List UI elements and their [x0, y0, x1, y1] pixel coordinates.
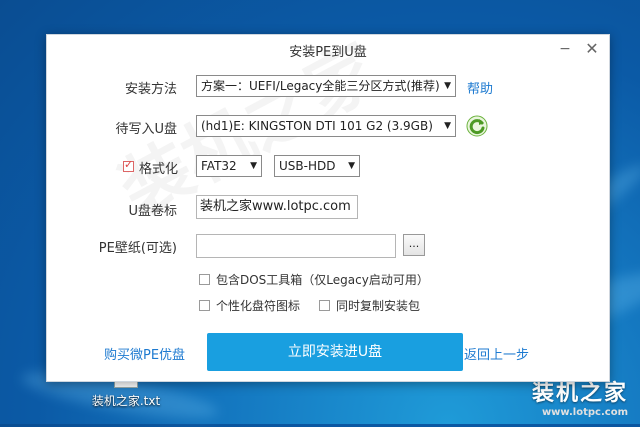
format-checkbox[interactable] [123, 158, 134, 172]
install-method-select[interactable]: 方案一：UEFI/Legacy全能三分区方式(推荐) ▼ [196, 75, 456, 97]
install-method-value: 方案一：UEFI/Legacy全能三分区方式(推荐) [201, 79, 440, 93]
install-to-usb-button[interactable]: 立即安装进U盘 [207, 333, 463, 371]
dos-toolbox-label: 包含DOS工具箱（仅Legacy启动可用） [216, 273, 429, 287]
format-label: 格式化 [139, 162, 179, 177]
copy-package-label: 同时复制安装包 [336, 299, 421, 313]
filesystem-value: FAT32 [201, 159, 237, 173]
desktop-file-label: 装机之家.txt [91, 394, 161, 408]
chevron-down-icon: ▼ [444, 121, 451, 131]
install-pe-dialog: 装机之家 安装PE到U盘 − ✕ 安装方法 方案一：UEFI/Legacy全能三… [46, 34, 610, 382]
volume-label-input[interactable]: 装机之家www.lotpc.com [196, 195, 358, 219]
volume-label-label: U盘卷标 [128, 204, 177, 219]
chevron-down-icon: ▼ [444, 81, 451, 91]
boot-mode-select[interactable]: USB-HDD ▼ [274, 155, 360, 177]
help-link[interactable]: 帮助 [467, 78, 493, 97]
corner-url: www.lotpc.com [541, 407, 628, 418]
dos-toolbox-checkbox[interactable] [199, 274, 210, 285]
wallpaper-input[interactable] [196, 234, 396, 258]
wallpaper-label: PE壁纸(可选) [98, 241, 177, 256]
install-method-label: 安装方法 [124, 82, 177, 97]
refresh-icon[interactable] [466, 115, 488, 137]
filesystem-select[interactable]: FAT32 ▼ [196, 155, 262, 177]
custom-drive-icon-checkbox[interactable] [199, 300, 210, 311]
minimize-button[interactable]: − [555, 39, 575, 59]
target-drive-label: 待写入U盘 [115, 122, 177, 137]
close-button[interactable]: ✕ [582, 39, 602, 59]
target-drive-value: (hd1)E: KINGSTON DTI 101 G2 (3.9GB) [201, 119, 433, 133]
chevron-down-icon: ▼ [250, 161, 257, 171]
browse-button[interactable]: ... [403, 234, 425, 256]
back-link[interactable]: 返回上一步 [464, 344, 529, 363]
custom-drive-icon-label: 个性化盘符图标 [216, 299, 301, 313]
copy-package-checkbox[interactable] [319, 300, 330, 311]
dialog-title: 安装PE到U盘 [289, 45, 367, 60]
target-drive-select[interactable]: (hd1)E: KINGSTON DTI 101 G2 (3.9GB) ▼ [196, 115, 456, 137]
buy-usb-link[interactable]: 购买微PE优盘 [104, 344, 185, 363]
chevron-down-icon: ▼ [348, 161, 355, 171]
boot-mode-value: USB-HDD [279, 159, 336, 173]
